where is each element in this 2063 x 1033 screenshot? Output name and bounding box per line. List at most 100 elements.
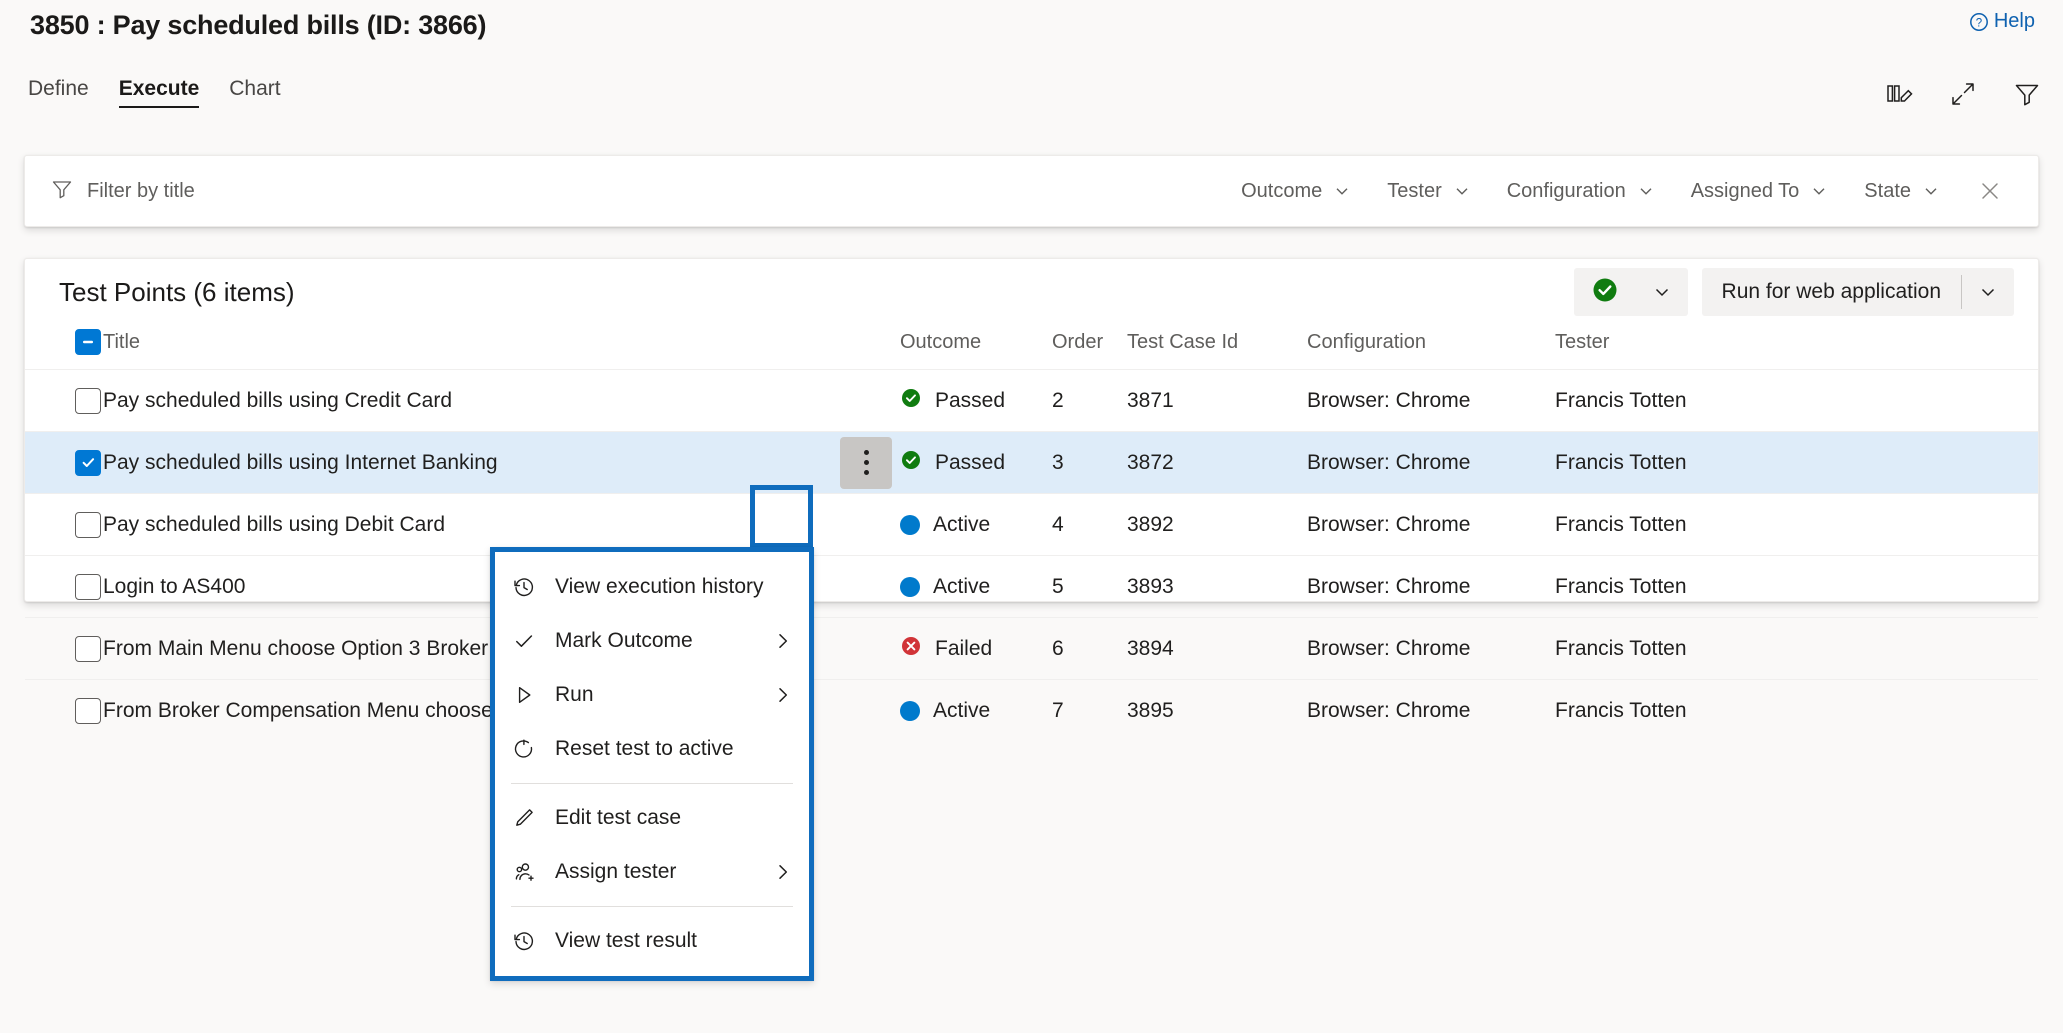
col-header-test-case-id[interactable]: Test Case Id	[1127, 325, 1307, 370]
help-link[interactable]: ? Help	[1968, 10, 2035, 33]
green-check-circle-icon	[1590, 275, 1620, 310]
row-outcome-cell: Active	[900, 556, 1052, 618]
clear-filters-button[interactable]	[1958, 173, 2018, 209]
row-configuration: Browser: Chrome	[1307, 494, 1555, 556]
run-dropdown-toggle[interactable]	[1962, 268, 2014, 316]
table-row[interactable]: Pay scheduled bills using Debit Card Act…	[25, 494, 2038, 556]
test-points-actions: Run for web application	[1574, 268, 2014, 316]
row-configuration: Browser: Chrome	[1307, 556, 1555, 618]
row-checkbox[interactable]	[75, 450, 101, 476]
run-split-button[interactable]: Run for web application	[1702, 268, 2014, 316]
mark-outcome-dropdown-toggle[interactable]	[1636, 268, 1688, 316]
row-tester: Francis Totten	[1555, 618, 2038, 680]
row-tester: Francis Totten	[1555, 432, 2038, 494]
row-outcome-label: Passed	[935, 451, 1005, 475]
row-configuration: Browser: Chrome	[1307, 618, 1555, 680]
refresh-circular-icon	[509, 737, 539, 761]
col-header-order[interactable]: Order	[1052, 325, 1127, 370]
row-test-case-id: 3895	[1127, 680, 1307, 742]
table-row[interactable]: Login to AS400 Active 5 3893 Browser: Ch…	[25, 556, 2038, 618]
chevron-down-icon	[1453, 182, 1471, 200]
test-points-header: Test Points (6 items)	[25, 259, 2038, 325]
row-menu-cell	[838, 556, 900, 618]
row-select-cell	[25, 370, 103, 432]
col-header-configuration[interactable]: Configuration	[1307, 325, 1555, 370]
filter-state-dropdown[interactable]: State	[1846, 174, 1958, 209]
filter-state-label: State	[1864, 180, 1911, 203]
col-header-outcome[interactable]: Outcome	[900, 325, 1052, 370]
row-configuration: Browser: Chrome	[1307, 370, 1555, 432]
row-tester: Francis Totten	[1555, 680, 2038, 742]
history-clock-icon	[509, 575, 539, 599]
table-row[interactable]: Pay scheduled bills using Internet Banki…	[25, 432, 2038, 494]
row-more-actions-button[interactable]	[840, 437, 892, 489]
filter-tester-label: Tester	[1387, 180, 1441, 203]
column-options-icon[interactable]	[1885, 80, 1913, 108]
select-all-checkbox[interactable]	[75, 329, 101, 355]
row-outcome-cell: Passed	[900, 432, 1052, 494]
run-for-web-application-button[interactable]: Run for web application	[1702, 280, 1961, 304]
tab-chart[interactable]: Chart	[229, 78, 280, 108]
row-outcome-cell: Failed	[900, 618, 1052, 680]
table-header: Title Outcome Order Test Case Id Configu…	[25, 325, 2038, 370]
chevron-right-icon	[773, 631, 793, 651]
menu-item-view-execution-history[interactable]: View execution history	[495, 560, 809, 614]
tab-define[interactable]: Define	[28, 78, 89, 108]
filter-outcome-dropdown[interactable]: Outcome	[1223, 174, 1369, 209]
menu-item-run[interactable]: Run	[495, 668, 809, 722]
passed-icon	[900, 387, 922, 415]
table-row[interactable]: From Broker Compensation Menu choose Opt…	[25, 680, 2038, 742]
row-context-menu: View execution history Mark Outcome Run	[490, 547, 814, 981]
table-body: Pay scheduled bills using Credit Card Pa…	[25, 370, 2038, 742]
row-test-case-id: 3894	[1127, 618, 1307, 680]
tab-bar: Define Execute Chart	[28, 78, 281, 108]
menu-item-label: Edit test case	[555, 806, 793, 830]
row-select-cell	[25, 680, 103, 742]
pencil-edit-icon	[509, 806, 539, 830]
row-checkbox[interactable]	[75, 698, 101, 724]
menu-item-mark-outcome[interactable]: Mark Outcome	[495, 614, 809, 668]
select-all-header	[25, 325, 103, 370]
chevron-right-icon	[773, 685, 793, 705]
row-tester: Francis Totten	[1555, 556, 2038, 618]
history-clock-icon	[509, 929, 539, 953]
filter-bar: Outcome Tester Configuration Assigned To…	[24, 155, 2039, 227]
col-header-menu	[838, 325, 900, 370]
filter-funnel-icon	[51, 178, 73, 205]
menu-item-assign-tester[interactable]: Assign tester	[495, 845, 809, 899]
question-circle-icon: ?	[1968, 11, 1990, 33]
header-icon-group	[1885, 80, 2041, 108]
row-checkbox[interactable]	[75, 388, 101, 414]
filter-assigned-to-dropdown[interactable]: Assigned To	[1673, 174, 1847, 209]
row-checkbox[interactable]	[75, 636, 101, 662]
test-points-title: Test Points (6 items)	[59, 277, 295, 308]
row-menu-cell	[838, 494, 900, 556]
filter-tester-dropdown[interactable]: Tester	[1369, 174, 1488, 209]
row-configuration: Browser: Chrome	[1307, 680, 1555, 742]
col-header-tester[interactable]: Tester	[1555, 325, 2038, 370]
table-row[interactable]: Pay scheduled bills using Credit Card Pa…	[25, 370, 2038, 432]
menu-item-label: View test result	[555, 929, 793, 953]
fullscreen-expand-icon[interactable]	[1949, 80, 1977, 108]
col-header-title[interactable]: Title	[103, 325, 838, 370]
row-menu-cell	[838, 370, 900, 432]
filter-configuration-dropdown[interactable]: Configuration	[1489, 174, 1673, 209]
row-checkbox[interactable]	[75, 512, 101, 538]
mark-outcome-button[interactable]	[1574, 268, 1636, 316]
active-icon	[900, 577, 920, 597]
row-title: Pay scheduled bills using Credit Card	[103, 370, 838, 432]
row-order: 6	[1052, 618, 1127, 680]
filter-by-title-input[interactable]	[87, 180, 1142, 203]
tab-execute[interactable]: Execute	[119, 78, 200, 108]
menu-item-reset-test-to-active[interactable]: Reset test to active	[495, 722, 809, 776]
row-tester: Francis Totten	[1555, 370, 2038, 432]
row-checkbox[interactable]	[75, 574, 101, 600]
row-menu-cell	[838, 618, 900, 680]
table-row[interactable]: From Main Menu choose Option 3 Broker Co…	[25, 618, 2038, 680]
mark-outcome-split-button[interactable]	[1574, 268, 1688, 316]
row-select-cell	[25, 494, 103, 556]
filter-icon[interactable]	[2013, 80, 2041, 108]
menu-item-view-test-result[interactable]: View test result	[495, 914, 809, 968]
menu-item-edit-test-case[interactable]: Edit test case	[495, 791, 809, 845]
filter-input-wrap	[25, 178, 1223, 205]
